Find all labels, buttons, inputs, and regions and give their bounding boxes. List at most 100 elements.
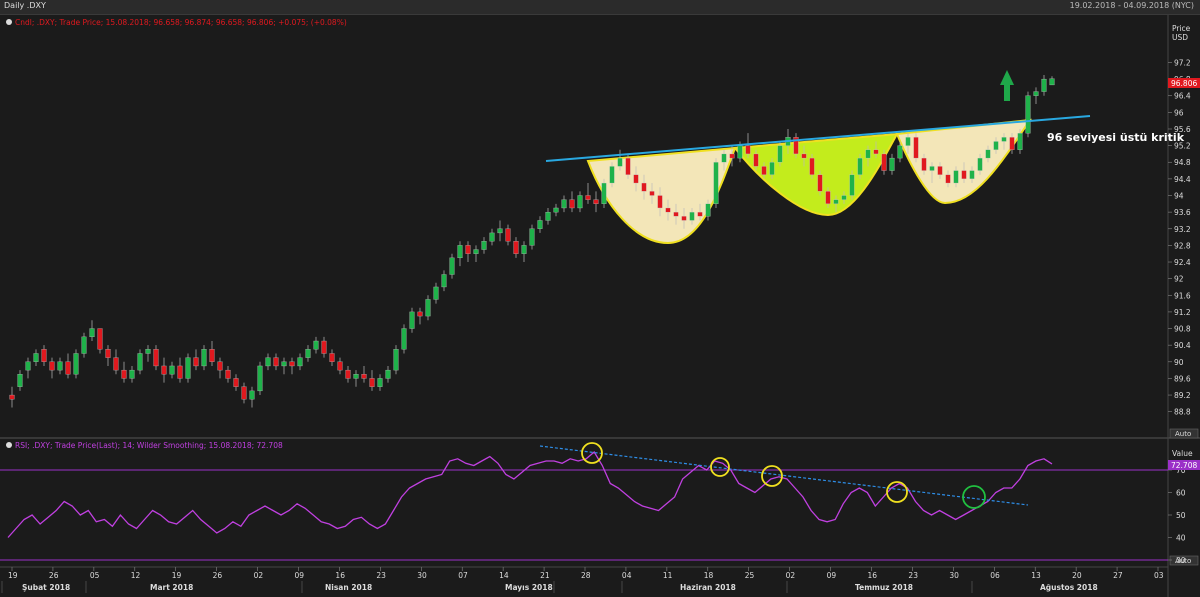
candle-body xyxy=(329,353,335,362)
candle-body xyxy=(137,353,143,371)
candle-body xyxy=(265,357,271,367)
rsi-tick-label: 30 xyxy=(1176,556,1186,565)
price-tick-label: 90.4 xyxy=(1174,341,1191,350)
candle-body xyxy=(505,228,511,242)
x-month-label: Haziran 2018 xyxy=(680,583,736,592)
candle-body xyxy=(393,349,399,371)
candle-body xyxy=(369,378,375,387)
candle-body xyxy=(73,353,79,375)
candle-body xyxy=(633,174,639,184)
candle-body xyxy=(585,195,591,200)
candle-body xyxy=(929,166,935,171)
candle-body xyxy=(953,170,959,184)
x-tick-label: 16 xyxy=(868,571,878,580)
candle-body xyxy=(105,349,111,358)
x-tick-label: 13 xyxy=(1031,571,1041,580)
candle-body xyxy=(537,220,543,229)
candle-body xyxy=(217,361,223,371)
candle-body xyxy=(569,199,575,209)
price-auto-button[interactable]: Auto xyxy=(1169,428,1199,439)
x-month-label: Mayıs 2018 xyxy=(505,583,553,592)
candle-body xyxy=(729,153,735,159)
price-tick-label: 97.2 xyxy=(1174,58,1191,67)
candle-body xyxy=(321,340,327,354)
candle-body xyxy=(769,162,775,175)
x-axis-ticks: 19 26 05 12 19 26 02 09 16 23 30 07 14 21 28 04 11 18 25 02… xyxy=(1,567,1164,593)
candle-body xyxy=(49,361,55,371)
candle-body xyxy=(129,369,135,379)
candle-body xyxy=(553,207,559,213)
chart-area[interactable]: Cndl; .DXY; Trade Price; 15.08.2018; 96.… xyxy=(0,15,1200,597)
candle-body xyxy=(161,365,167,375)
candle-body xyxy=(617,157,623,167)
candle-body xyxy=(41,349,47,362)
price-legend-group: Cndl; .DXY; Trade Price; 15.08.2018; 96.… xyxy=(6,18,347,27)
candle-body xyxy=(449,257,455,275)
candle-body xyxy=(249,390,255,400)
candle-body xyxy=(273,357,279,367)
price-tick-label: 92 xyxy=(1174,275,1184,284)
candle-body xyxy=(889,157,895,171)
x-tick-label: 25 xyxy=(745,571,755,580)
candle-body xyxy=(753,153,759,167)
candle-body xyxy=(977,157,983,171)
candle-body xyxy=(337,361,343,371)
candle-body xyxy=(465,245,471,254)
x-tick-label: 11 xyxy=(663,571,673,580)
candle-body xyxy=(937,166,943,175)
candle-body xyxy=(673,211,679,217)
x-tick-label: 09 xyxy=(295,571,305,580)
price-axis-title: Price xyxy=(1172,24,1191,33)
x-tick-label: 04 xyxy=(622,571,632,580)
x-tick-label: 20 xyxy=(1072,571,1082,580)
price-tick-label: 96 xyxy=(1174,108,1184,117)
candle-body xyxy=(65,361,71,375)
last-rsi-value: 72.708 xyxy=(1171,461,1197,470)
candle-body xyxy=(89,328,95,338)
price-tick-label: 94 xyxy=(1174,192,1184,201)
window-titlebar: Daily .DXY 19.02.2018 - 04.09.2018 (NYC) xyxy=(0,0,1200,15)
candle-body xyxy=(745,145,751,155)
candle-body xyxy=(9,394,15,400)
rsi-tick-label: 50 xyxy=(1176,511,1186,520)
candle-body xyxy=(241,386,247,400)
candle-body xyxy=(209,349,215,362)
price-tick-label: 88.8 xyxy=(1174,408,1191,417)
price-tick-label: 92.4 xyxy=(1174,258,1191,267)
price-auto-label: Auto xyxy=(1175,430,1191,438)
candle-body xyxy=(433,286,439,300)
x-tick-label: 07 xyxy=(458,571,468,580)
candle-body xyxy=(489,232,495,242)
candle-body xyxy=(857,157,863,175)
x-tick-label: 21 xyxy=(540,571,550,580)
candle-body xyxy=(385,369,391,379)
rsi-tick-label: 60 xyxy=(1176,489,1186,498)
candle-body xyxy=(313,340,319,350)
candle-body xyxy=(457,245,463,259)
candle-body xyxy=(521,245,527,254)
candle-body xyxy=(825,191,831,204)
x-month-label: Nisan 2018 xyxy=(325,583,372,592)
price-tick-label: 90.8 xyxy=(1174,325,1191,334)
candle-body xyxy=(345,369,351,379)
candle-body xyxy=(969,170,975,180)
price-tick-label: 93.2 xyxy=(1174,225,1191,234)
price-tick-label: 89.6 xyxy=(1174,374,1191,383)
candle-body xyxy=(593,199,599,204)
rsi-axis-title: Value xyxy=(1172,449,1193,458)
candle-body xyxy=(657,195,663,209)
candle-body xyxy=(833,199,839,204)
price-panel-bg xyxy=(0,15,1168,437)
candle-body xyxy=(841,195,847,200)
candle-body xyxy=(641,182,647,192)
rsi-y-ticks: 7060504030 xyxy=(1168,466,1186,565)
candle-body xyxy=(1001,137,1007,142)
candle-body xyxy=(601,182,607,204)
candle-body xyxy=(561,199,567,209)
price-tick-label: 93.6 xyxy=(1174,208,1191,217)
candle-body xyxy=(25,361,31,371)
candle-body xyxy=(113,357,119,371)
candle-body xyxy=(497,228,503,234)
price-tick-label: 91.2 xyxy=(1174,308,1191,317)
x-tick-label: 14 xyxy=(499,571,509,580)
